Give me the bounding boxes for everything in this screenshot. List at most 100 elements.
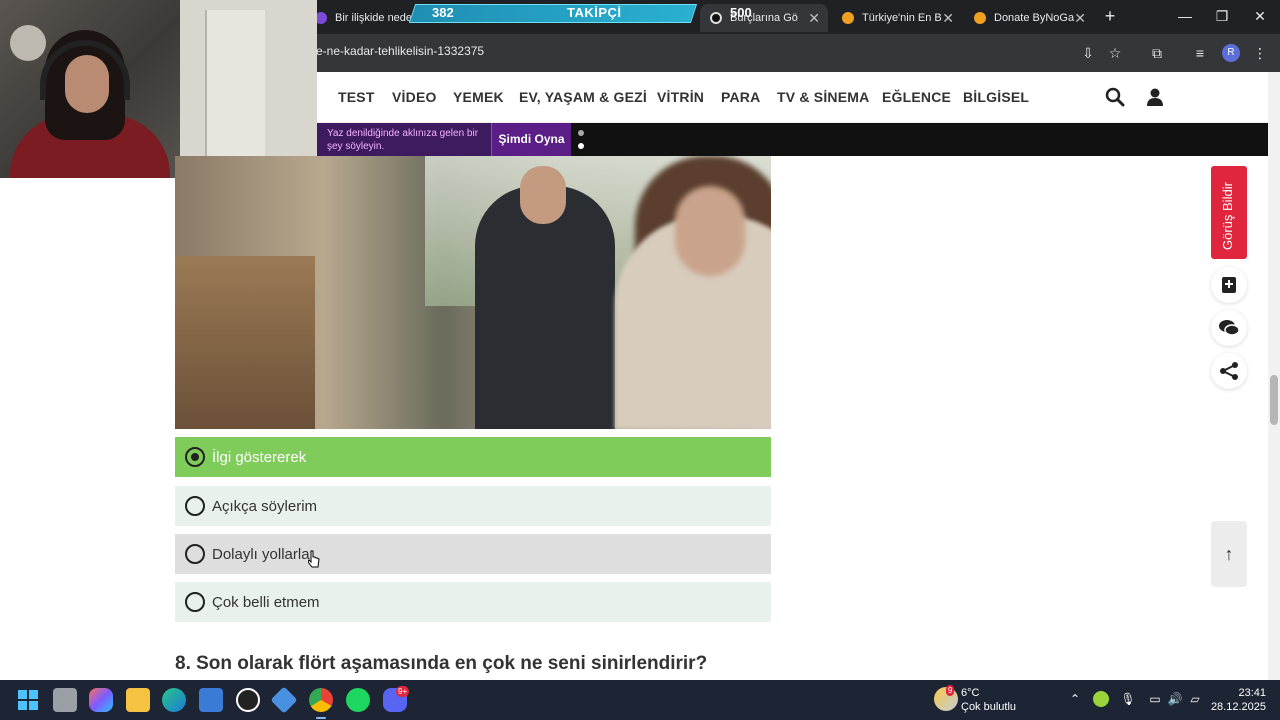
comments-icon	[1219, 320, 1240, 336]
file-explorer-icon[interactable]	[126, 688, 150, 712]
follower-current-count: 382	[432, 5, 454, 20]
radio-empty-icon	[185, 496, 205, 516]
profile-avatar[interactable]: R	[1222, 44, 1240, 62]
microsoft-store-icon[interactable]	[199, 688, 223, 712]
chrome-browser-icon[interactable]	[309, 688, 333, 712]
nav-item-video[interactable]: VİDEO	[392, 89, 437, 105]
tray-chevron-up-icon[interactable]: ⌃	[1067, 691, 1083, 707]
webcam-plush-toy	[10, 25, 46, 61]
share-button[interactable]	[1211, 353, 1247, 389]
quiz-option[interactable]: Açıkça söylerim	[175, 486, 771, 526]
weather-badge: 9	[946, 685, 955, 696]
volume-icon[interactable]: 🔊	[1167, 691, 1183, 707]
weather-widget[interactable]: 6°C Çok bulutlu	[961, 686, 1016, 714]
carousel-dot[interactable]	[578, 130, 584, 136]
weather-temperature: 6°C	[961, 687, 980, 699]
play-now-button[interactable]: Şimdi Oyna	[491, 123, 571, 156]
image-man-face	[520, 166, 566, 224]
webcam-overlay	[0, 0, 317, 178]
carousel-dot-active[interactable]	[578, 143, 584, 149]
nav-item-ev-yasam-gezi[interactable]: EV, YAŞAM & GEZİ	[519, 89, 647, 105]
weather-description: Çok bulutlu	[961, 701, 1017, 713]
browser-menu-icon[interactable]: ⋮	[1250, 43, 1270, 63]
tab-close-icon[interactable]: ✕	[1074, 10, 1086, 27]
feedback-button[interactable]: Görüş Bildir	[1211, 166, 1247, 259]
tab-favicon-icon	[974, 12, 986, 24]
nav-item-eglence[interactable]: EĞLENCE	[882, 89, 951, 105]
image-bakery-shelf	[175, 256, 315, 429]
tab-title: Türkiye'nin En B	[862, 12, 942, 24]
clock-date: 28.12.2025	[1210, 701, 1266, 713]
nav-item-bilgisel[interactable]: BİLGİSEL	[963, 89, 1029, 105]
page-scrollbar[interactable]	[1268, 72, 1280, 680]
app-icon[interactable]	[270, 686, 298, 714]
option-label: İlgi göstererek	[212, 448, 307, 466]
browser-tab-active[interactable]: Burçlarına Gö ✕	[700, 4, 828, 32]
nav-item-yemek[interactable]: YEMEK	[453, 89, 504, 105]
windows-taskbar: 9+ 9	[0, 680, 1280, 720]
feedback-label: Görüş Bildir	[1220, 182, 1235, 250]
nav-item-test[interactable]: TEST	[338, 89, 375, 105]
nav-item-para[interactable]: PARA	[721, 89, 760, 105]
tab-title: Bir ilişkide neden	[335, 12, 415, 24]
spotify-icon[interactable]	[346, 688, 370, 712]
minimize-icon[interactable]: —	[1170, 6, 1200, 26]
network-icon[interactable]: ▭	[1147, 691, 1163, 707]
tab-title: Donate ByNoGa	[994, 12, 1075, 24]
promo-banner: Yaz denildiğinde aklınıza gelen bir şey …	[317, 123, 1268, 156]
save-bookmark-button[interactable]	[1211, 267, 1247, 303]
browser-tab[interactable]: Türkiye'nin En B ✕	[832, 4, 962, 32]
tab-favicon-icon	[842, 12, 854, 24]
promo-text: Yaz denildiğinde aklınıza gelen bir şey …	[317, 123, 491, 156]
hand-cursor-icon	[308, 550, 320, 568]
share-icon	[1220, 362, 1238, 380]
nav-item-vitrin[interactable]: VİTRİN	[657, 89, 704, 105]
quiz-option[interactable]: Çok belli etmem	[175, 582, 771, 622]
user-account-icon[interactable]	[1144, 86, 1166, 108]
search-icon[interactable]	[1104, 86, 1126, 108]
windows-start-icon[interactable]	[16, 688, 40, 712]
next-question-title: 8. Son olarak flört aşamasında en çok ne…	[175, 653, 708, 674]
tab-close-icon[interactable]: ✕	[808, 10, 820, 27]
maximize-icon[interactable]: ❐	[1207, 6, 1237, 26]
option-label: Dolaylı yollarla	[212, 545, 310, 563]
discord-badge: 9+	[396, 686, 410, 697]
follower-goal-count: 500	[730, 5, 752, 20]
url-text[interactable]: e-ne-kadar-tehlikelisin-1332375	[316, 44, 484, 58]
scroll-to-top-button[interactable]: ↑	[1211, 521, 1247, 587]
obs-studio-icon[interactable]	[236, 688, 260, 712]
comments-button[interactable]	[1211, 310, 1247, 346]
site-navigation: TEST VİDEO YEMEK EV, YAŞAM & GEZİ VİTRİN…	[317, 72, 1268, 123]
taskbar-clock[interactable]: 23:41 28.12.2025	[1210, 686, 1266, 714]
clock-time: 23:41	[1238, 687, 1266, 699]
install-app-icon[interactable]: ⇩	[1078, 43, 1098, 63]
follower-label: TAKİPÇİ	[567, 5, 622, 20]
add-bookmark-icon	[1222, 277, 1236, 293]
microphone-icon[interactable]: 🎙	[1120, 691, 1136, 707]
radio-empty-icon	[185, 544, 205, 564]
extensions-icon[interactable]: ⧉	[1147, 43, 1167, 63]
tab-close-icon[interactable]: ✕	[942, 10, 954, 27]
bookmark-star-icon[interactable]: ☆	[1105, 43, 1125, 63]
active-app-indicator	[316, 717, 326, 719]
scrollbar-thumb[interactable]	[1270, 375, 1278, 425]
new-tab-plus-icon[interactable]: +	[1100, 6, 1120, 26]
nav-item-tv-sinema[interactable]: TV & SİNEMA	[777, 89, 869, 105]
browser-tab[interactable]: Bir ilişkide neden	[305, 4, 415, 32]
question-image	[175, 156, 771, 429]
close-window-icon[interactable]: ✕	[1245, 6, 1275, 26]
quiz-option-selected[interactable]: İlgi göstererek	[175, 437, 771, 477]
edge-browser-icon[interactable]	[162, 688, 186, 712]
browser-tab[interactable]: Donate ByNoGa ✕	[964, 4, 1094, 32]
image-woman-face	[675, 186, 745, 276]
webcam-background-door	[205, 10, 265, 178]
option-label: Açıkça söylerim	[212, 497, 318, 515]
tray-app-icon[interactable]	[1093, 691, 1109, 707]
battery-icon[interactable]: ▱	[1187, 691, 1203, 707]
arrow-up-icon: ↑	[1224, 544, 1234, 564]
task-view-icon[interactable]	[53, 688, 77, 712]
tab-favicon-icon	[710, 12, 722, 24]
media-control-icon[interactable]: ≡	[1190, 43, 1210, 63]
copilot-icon[interactable]	[89, 688, 113, 712]
quiz-option-hovered[interactable]: Dolaylı yollarla	[175, 534, 771, 574]
